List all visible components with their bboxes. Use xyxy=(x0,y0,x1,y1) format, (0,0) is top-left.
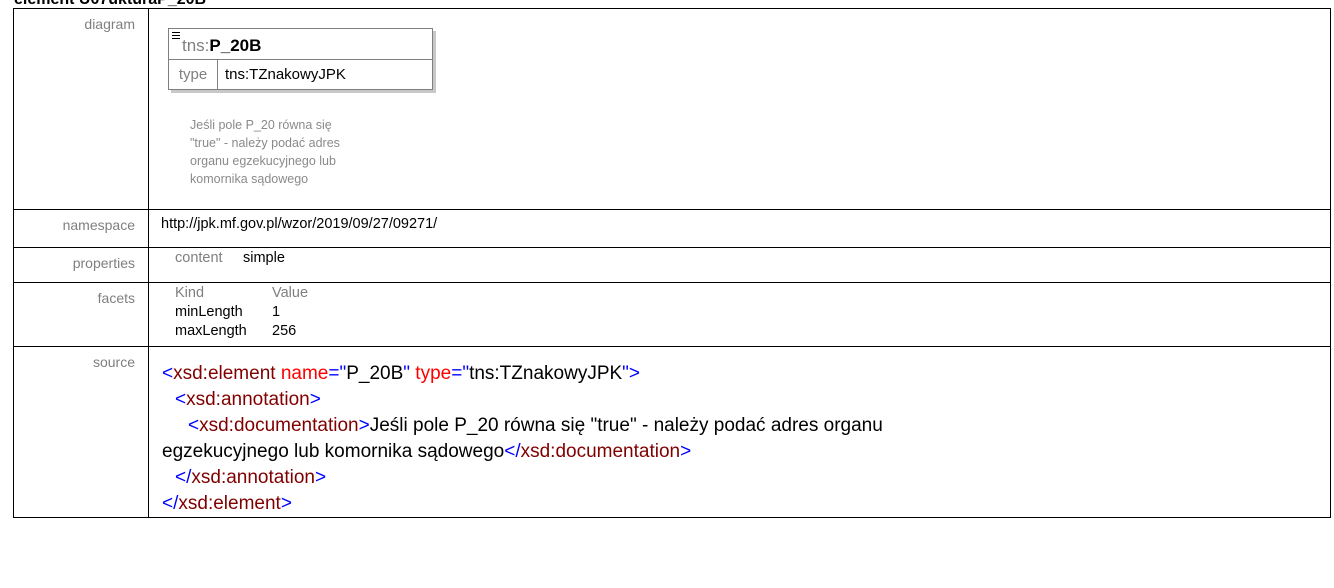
facet-value: 256 xyxy=(272,323,297,339)
facet-kind: maxLength xyxy=(175,323,247,339)
namespace-label: namespace xyxy=(13,209,149,248)
element-title-row: tns:P_20B xyxy=(169,29,432,60)
type-value: tns:TZnakowyJPK xyxy=(225,66,346,83)
source-line: <xsd:documentation>Jeśli pole P_20 równa… xyxy=(188,415,883,436)
element-title: tns:P_20B xyxy=(182,36,261,56)
namespace-row: namespace http://jpk.mf.gov.pl/wzor/2019… xyxy=(13,209,1331,248)
doc-line: komornika sądowego xyxy=(190,172,309,186)
type-key: type xyxy=(169,60,218,89)
element-prefix: tns: xyxy=(182,36,210,55)
source-line: egzekucyjnego lub komornika sądowego</xs… xyxy=(162,441,692,462)
source-line: </xsd:annotation> xyxy=(175,467,327,488)
source-line: <xsd:annotation> xyxy=(175,389,321,410)
element-name: P_20B xyxy=(209,36,262,55)
properties-key: content xyxy=(175,250,223,266)
facets-label: facets xyxy=(13,282,149,347)
properties-label: properties xyxy=(13,247,149,283)
facets-header-kind: Kind xyxy=(175,285,205,301)
properties-row: properties content simple xyxy=(13,247,1331,283)
diagram-documentation: Jeśli pole P_20 równa się "true" - należ… xyxy=(190,116,360,188)
source-code: <xsd:element name="P_20B" type="tns:TZna… xyxy=(149,347,1330,517)
doc-line: organu egzekucyjnego lub xyxy=(190,154,336,168)
source-row: source <xsd:element name="P_20B" type="t… xyxy=(13,346,1331,518)
namespace-value: http://jpk.mf.gov.pl/wzor/2019/09/27/092… xyxy=(161,216,438,232)
source-line: </xsd:element> xyxy=(162,493,292,514)
element-diagram-box: tns:P_20B type tns:TZnakowyJPK xyxy=(168,28,433,90)
facets-header-value: Value xyxy=(272,285,309,301)
source-label: source xyxy=(13,346,149,518)
properties-value: simple xyxy=(243,250,285,266)
facet-value: 1 xyxy=(272,304,281,320)
facet-kind: minLength xyxy=(175,304,243,320)
source-line: <xsd:element name="P_20B" type="tns:TZna… xyxy=(162,363,641,384)
element-type-row: type tns:TZnakowyJPK xyxy=(169,60,432,89)
facets-row: facets Kind Value minLength 1 maxLength … xyxy=(13,282,1331,347)
doc-line: "true" - należy podać adres xyxy=(190,136,340,150)
lines-icon xyxy=(172,32,180,39)
diagram-label: diagram xyxy=(13,8,149,210)
doc-line: Jeśli pole P_20 równa się xyxy=(190,118,332,132)
